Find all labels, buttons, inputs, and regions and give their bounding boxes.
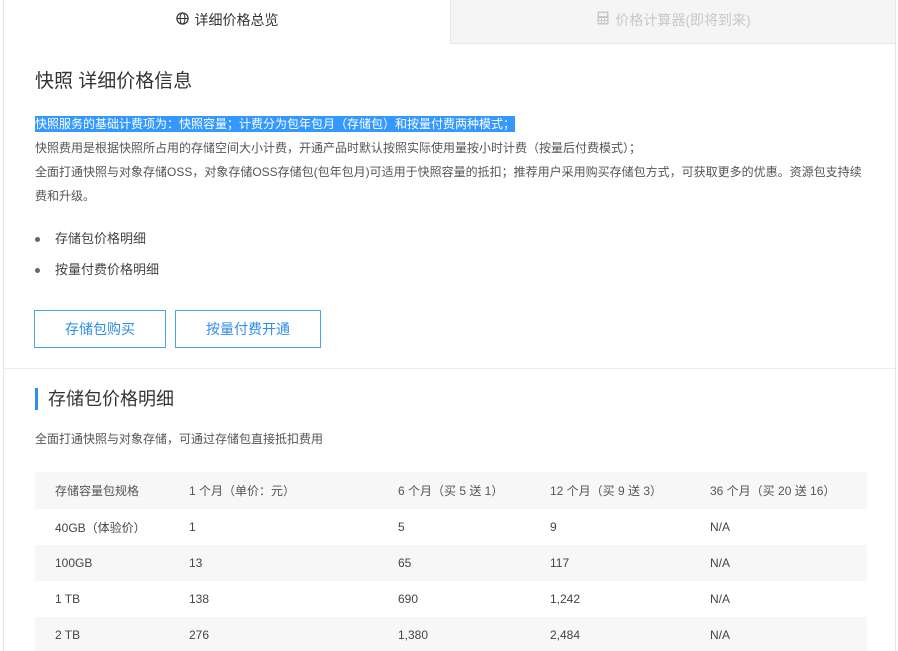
section-divider	[4, 368, 895, 369]
table-cell: N/A	[710, 520, 731, 534]
table-cell: 2 TB	[55, 628, 81, 642]
table-cell: 1,380	[398, 628, 429, 642]
table-cell: 5	[398, 520, 405, 534]
table-row: 100GB 13 65 117 N/A	[35, 545, 867, 581]
calculator-icon	[597, 0, 609, 40]
tab-price-overview[interactable]: 详细价格总览	[4, 0, 450, 44]
table-cell: N/A	[710, 556, 731, 570]
column-header: 6 个月（买 5 送 1）	[398, 484, 504, 498]
table-cell: 117	[550, 556, 570, 570]
table-cell: 13	[189, 556, 203, 570]
table-cell: N/A	[710, 592, 731, 606]
table-cell: 138	[189, 592, 210, 606]
pay-as-you-go-button[interactable]: 按量付费开通	[175, 310, 321, 348]
link-payg-price-detail[interactable]: 按量付费价格明细	[35, 257, 159, 288]
table-cell: 65	[398, 556, 412, 570]
table-cell: 1,242	[550, 592, 581, 606]
table-cell: 1 TB	[55, 592, 81, 606]
package-price-table: 存储容量包规格 1 个月（单价：元） 6 个月（买 5 送 1） 12 个月（买…	[35, 472, 867, 651]
tab-price-calculator[interactable]: 价格计算器(即将到来)	[450, 0, 895, 44]
globe-icon	[175, 0, 189, 40]
table-cell: 100GB	[55, 556, 93, 570]
section-title: 存储包价格明细	[35, 388, 174, 410]
intro-line: 快照费用是根据快照所占用的存储空间大小计费，开通产品时默认按照实际使用量按小时计…	[35, 141, 642, 155]
table-cell: 2,484	[550, 628, 581, 642]
column-header: 1 个月（单价：元）	[189, 484, 296, 498]
table-cell: 276	[189, 628, 210, 642]
column-header: 36 个月（买 20 送 16）	[710, 484, 836, 498]
price-links-list: 存储包价格明细 按量付费价格明细	[35, 226, 159, 288]
table-header-row: 存储容量包规格 1 个月（单价：元） 6 个月（买 5 送 1） 12 个月（买…	[35, 472, 867, 509]
intro-line: 费和升级。	[35, 189, 96, 203]
tab-label: 详细价格总览	[194, 12, 279, 28]
table-cell: N/A	[710, 628, 731, 642]
table-cell: 40GB（体验价）	[55, 520, 146, 535]
column-header: 存储容量包规格	[55, 484, 140, 498]
table-cell: 690	[398, 592, 419, 606]
section-description: 全面打通快照与对象存储，可通过存储包直接抵扣费用	[35, 432, 324, 446]
table-cell: 1	[189, 520, 196, 534]
page-title: 快照 详细价格信息	[35, 71, 193, 92]
selected-text: 快照服务的基础计费项为：快照容量；计费分为包年包月（存储包）和按量付费两种模式；	[35, 116, 516, 132]
table-cell: 9	[550, 520, 557, 534]
table-row: 40GB（体验价） 1 5 9 N/A	[35, 509, 867, 545]
intro-line: 全面打通快照与对象存储OSS，对象存储OSS存储包(包年包月)可适用于快照容量的…	[35, 165, 862, 179]
tab-label: 价格计算器(即将到来)	[615, 12, 751, 28]
tab-bar: 详细价格总览 价格计算器(即将到来)	[4, 0, 895, 44]
link-package-price-detail[interactable]: 存储包价格明细	[35, 226, 159, 257]
table-row: 2 TB 276 1,380 2,484 N/A	[35, 617, 867, 651]
table-row: 1 TB 138 690 1,242 N/A	[35, 581, 867, 617]
pricing-panel: 详细价格总览 价格计算器(即将到来) 快照 详细价格信息 快照服务的基础计费项为…	[3, 0, 896, 651]
intro-line-highlighted: 快照服务的基础计费项为：快照容量；计费分为包年包月（存储包）和按量付费两种模式；	[35, 112, 516, 136]
column-header: 12 个月（买 9 送 3）	[550, 484, 663, 498]
buy-package-button[interactable]: 存储包购买	[34, 310, 166, 348]
